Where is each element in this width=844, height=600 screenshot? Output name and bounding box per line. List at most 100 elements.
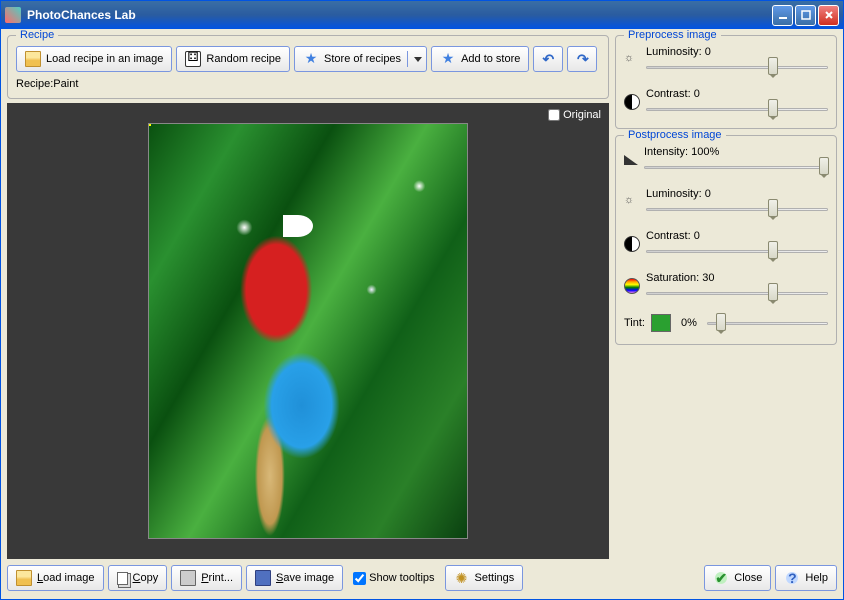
post-tint-row: Tint: 0%	[624, 314, 828, 332]
tooltips-toggle[interactable]: Show tooltips	[353, 572, 434, 585]
slider-thumb[interactable]	[768, 57, 778, 75]
save-image-button[interactable]: Save image	[246, 565, 343, 591]
store-dropdown-toggle[interactable]	[407, 51, 422, 67]
postprocess-legend: Postprocess image	[624, 129, 726, 141]
copy-button[interactable]: Copy	[108, 565, 168, 591]
print-button[interactable]: Print...	[171, 565, 242, 591]
random-recipe-label: Random recipe	[206, 53, 281, 65]
close-window-button[interactable]	[818, 5, 839, 26]
saturation-icon	[624, 278, 640, 294]
add-to-store-button[interactable]: ★ Add to store	[431, 46, 529, 72]
original-label: Original	[563, 109, 601, 121]
star-icon: ★	[303, 51, 319, 67]
tint-label: Tint:	[624, 317, 645, 329]
post-contrast-label: Contrast: 0	[646, 230, 828, 242]
post-saturation-slider[interactable]	[646, 286, 828, 300]
image-canvas[interactable]: Original	[7, 103, 609, 559]
redo-icon: ↶	[577, 51, 589, 68]
content-area: Recipe Load recipe in an image Random re…	[1, 29, 843, 599]
recipe-name-value: Paint	[53, 78, 78, 90]
tint-value: 0%	[681, 317, 697, 329]
window-title: PhotoChances Lab	[27, 8, 772, 22]
slider-thumb[interactable]	[768, 99, 778, 117]
post-luminosity-label: Luminosity: 0	[646, 188, 828, 200]
post-intensity-slider[interactable]	[644, 160, 828, 174]
titlebar[interactable]: PhotoChances Lab	[1, 1, 843, 29]
slider-thumb[interactable]	[716, 313, 726, 331]
slider-thumb[interactable]	[768, 241, 778, 259]
recipe-name-row: Recipe:Paint	[16, 78, 600, 90]
pre-luminosity-label: Luminosity: 0	[646, 46, 828, 58]
post-tint-slider[interactable]	[707, 316, 828, 330]
left-column: Recipe Load recipe in an image Random re…	[7, 35, 609, 593]
bottom-toolbar: Load image Copy Print... Save image Show…	[7, 563, 609, 593]
postprocess-group: Postprocess image Intensity: 100%	[615, 135, 837, 345]
copy-icon	[117, 572, 128, 585]
redo-button[interactable]: ↶	[567, 46, 597, 72]
maximize-button[interactable]	[795, 5, 816, 26]
gear-icon: ✺	[454, 570, 470, 586]
pre-contrast-slider[interactable]	[646, 102, 828, 116]
close-label: Close	[734, 572, 762, 584]
store-recipes-label: Store of recipes	[324, 53, 401, 65]
post-intensity-row: Intensity: 100%	[624, 146, 828, 174]
save-icon	[255, 570, 271, 586]
pre-contrast-label: Contrast: 0	[646, 88, 828, 100]
post-luminosity-slider[interactable]	[646, 202, 828, 216]
chevron-down-icon	[414, 57, 422, 62]
recipe-name-label: Recipe:	[16, 78, 53, 90]
sun-icon: ☼	[624, 52, 640, 68]
store-recipes-button[interactable]: ★ Store of recipes	[294, 46, 427, 72]
tooltips-checkbox[interactable]	[353, 572, 366, 585]
load-recipe-label: Load recipe in an image	[46, 53, 163, 65]
load-recipe-button[interactable]: Load recipe in an image	[16, 46, 172, 72]
contrast-icon	[624, 236, 640, 252]
undo-button[interactable]: ↶	[533, 46, 563, 72]
random-recipe-button[interactable]: Random recipe	[176, 46, 290, 72]
settings-button[interactable]: ✺ Settings	[445, 565, 524, 591]
post-saturation-row: Saturation: 30	[624, 272, 828, 300]
right-column: Preprocess image ☼ Luminosity: 0	[615, 35, 837, 593]
minimize-icon	[778, 10, 788, 20]
minimize-button[interactable]	[772, 5, 793, 26]
original-toggle[interactable]: Original	[548, 109, 601, 121]
post-luminosity-row: ☼ Luminosity: 0	[624, 188, 828, 216]
tint-swatch[interactable]	[651, 314, 671, 332]
load-image-button[interactable]: Load image	[7, 565, 104, 591]
slider-thumb[interactable]	[819, 157, 829, 175]
dice-icon	[185, 51, 201, 67]
settings-label: Settings	[475, 572, 515, 584]
post-saturation-label: Saturation: 30	[646, 272, 828, 284]
post-contrast-slider[interactable]	[646, 244, 828, 258]
app-window: PhotoChances Lab Recipe Load recipe in a…	[0, 0, 844, 600]
print-icon	[180, 570, 196, 586]
close-button[interactable]: ✔ Close	[704, 565, 771, 591]
maximize-icon	[801, 10, 811, 20]
tooltips-label: Show tooltips	[369, 572, 434, 584]
add-to-store-label: Add to store	[461, 53, 520, 65]
slider-thumb[interactable]	[768, 199, 778, 217]
help-button[interactable]: ? Help	[775, 565, 837, 591]
sun-icon: ☼	[624, 194, 640, 210]
check-icon: ✔	[713, 570, 729, 586]
intensity-icon	[624, 155, 638, 165]
pre-contrast-row: Contrast: 0	[624, 88, 828, 116]
slider-thumb[interactable]	[768, 283, 778, 301]
right-bottom-bar: ✔ Close ? Help	[615, 563, 837, 593]
recipe-legend: Recipe	[16, 29, 58, 41]
original-checkbox[interactable]	[548, 109, 560, 121]
recipe-toolbar: Load recipe in an image Random recipe ★ …	[16, 46, 600, 72]
preprocess-legend: Preprocess image	[624, 29, 721, 41]
preprocess-group: Preprocess image ☼ Luminosity: 0	[615, 35, 837, 129]
save-image-label: Save image	[276, 572, 334, 584]
post-contrast-row: Contrast: 0	[624, 230, 828, 258]
pre-luminosity-slider[interactable]	[646, 60, 828, 74]
selection-handle[interactable]	[148, 123, 151, 126]
load-image-label: Load image	[37, 572, 95, 584]
spacer	[615, 351, 837, 557]
undo-icon: ↶	[543, 51, 555, 68]
copy-label: Copy	[133, 572, 159, 584]
preview-image	[148, 123, 468, 539]
print-label: Print...	[201, 572, 233, 584]
app-icon	[5, 7, 21, 23]
